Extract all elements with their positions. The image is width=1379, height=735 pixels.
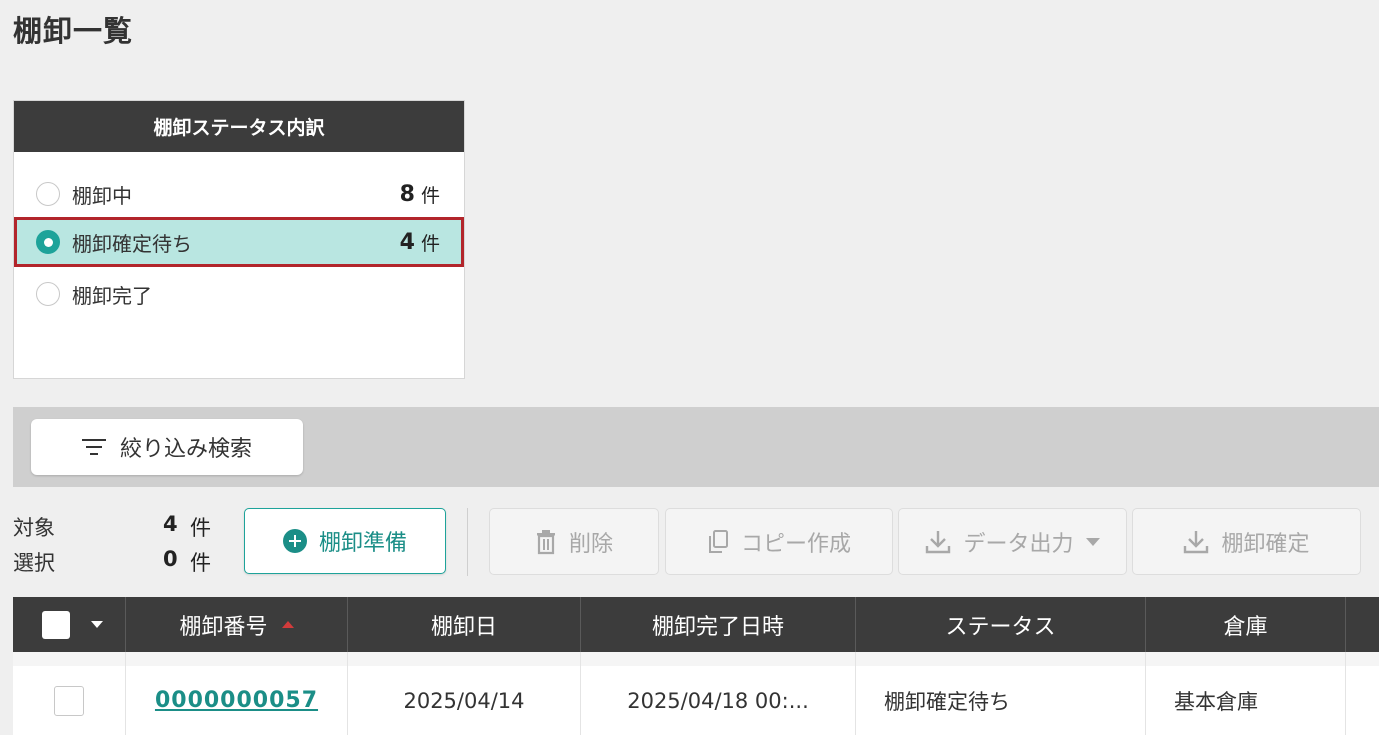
prepare-inventory-button[interactable]: 棚卸準備 (244, 508, 446, 574)
status-breakdown-panel: 棚卸ステータス内訳 棚卸中 8 件 棚卸確定待ち 4 件 棚卸完了 (13, 100, 465, 379)
target-count-value: 4 (163, 512, 178, 536)
status-option-in-progress[interactable]: 棚卸中 8 件 (14, 169, 464, 219)
inventory-status: 棚卸確定待ち (884, 689, 1010, 714)
status-option-unit: 件 (420, 232, 440, 255)
status-panel-header: 棚卸ステータス内訳 (14, 101, 464, 152)
download-icon (926, 530, 951, 553)
radio-button[interactable] (36, 182, 60, 206)
row-status-cell: 棚卸確定待ち (856, 652, 1146, 735)
column-header-warehouse[interactable]: 倉庫 (1146, 597, 1346, 652)
radio-button-checked[interactable] (36, 230, 60, 254)
chevron-down-icon (1085, 537, 1100, 546)
confirm-inventory-button[interactable]: 棚卸確定 (1132, 508, 1361, 575)
table-header: 棚卸番号 棚卸日 棚卸完了日時 ステータス 倉庫 (13, 597, 1379, 652)
row-date-cell: 2025/04/14 (348, 652, 581, 735)
row-warehouse-cell: 基本倉庫 (1146, 652, 1346, 735)
row-number-cell: 0000000057 (126, 652, 348, 735)
status-option-count: 4 (399, 229, 415, 255)
confirm-inventory-label: 棚卸確定 (1221, 531, 1310, 557)
status-option-completed[interactable]: 棚卸完了 (14, 269, 464, 319)
inventory-number-link[interactable]: 0000000057 (155, 688, 318, 713)
inventory-completed-at: 2025/04/18 00:... (627, 688, 809, 713)
delete-label: 削除 (568, 531, 613, 557)
status-option-label: 棚卸中 (72, 183, 132, 208)
column-header-label: 棚卸完了日時 (651, 614, 784, 640)
plus-circle-icon (282, 529, 307, 553)
select-menu-caret-icon[interactable] (91, 621, 103, 628)
column-header-label: ステータス (945, 614, 1056, 640)
target-count-unit: 件 (190, 516, 211, 540)
column-header-label: 棚卸番号 (179, 614, 268, 640)
status-option-unit: 件 (420, 184, 440, 207)
prepare-inventory-label: 棚卸準備 (318, 531, 407, 556)
select-all-checkbox[interactable] (42, 611, 70, 639)
selected-count-unit: 件 (190, 551, 211, 575)
delete-button[interactable]: 削除 (489, 508, 659, 575)
inventory-warehouse: 基本倉庫 (1174, 689, 1258, 714)
sort-ascending-icon (281, 621, 294, 628)
copy-icon (708, 529, 728, 553)
column-header-label: 倉庫 (1223, 614, 1268, 640)
target-count-label: 対象 (13, 516, 55, 540)
data-export-label: データ出力 (963, 531, 1074, 557)
filter-icon (81, 439, 106, 455)
column-header-label: 棚卸日 (430, 614, 497, 640)
trash-icon (536, 529, 555, 554)
column-header-number[interactable]: 棚卸番号 (126, 597, 348, 652)
status-option-label: 棚卸確定待ち (72, 231, 192, 256)
page-title: 棚卸一覧 (13, 14, 134, 48)
data-export-button[interactable]: データ出力 (898, 508, 1127, 575)
selected-count-value: 0 (163, 547, 178, 571)
radio-button[interactable] (36, 282, 60, 306)
table-row: 0000000057 2025/04/14 2025/04/18 00:... … (13, 652, 1379, 735)
filter-bar: 絞り込み検索 (13, 407, 1379, 487)
row-select-cell (13, 652, 126, 735)
filter-search-label: 絞り込み検索 (119, 437, 252, 462)
column-header-completed-at[interactable]: 棚卸完了日時 (581, 597, 856, 652)
column-header-date[interactable]: 棚卸日 (348, 597, 581, 652)
select-all-column (13, 597, 126, 652)
filter-search-button[interactable]: 絞り込み検索 (31, 419, 303, 475)
column-header-status[interactable]: ステータス (856, 597, 1146, 652)
toolbar-divider (467, 508, 468, 576)
download-icon (1184, 530, 1209, 553)
row-completed-cell: 2025/04/18 00:... (581, 652, 856, 735)
status-option-label: 棚卸完了 (72, 283, 152, 308)
row-checkbox[interactable] (54, 685, 84, 716)
copy-create-label: コピー作成 (740, 531, 851, 557)
status-option-count: 8 (399, 181, 415, 207)
inventory-date: 2025/04/14 (403, 688, 525, 713)
selected-count-label: 選択 (13, 551, 55, 575)
status-option-awaiting-confirmation[interactable]: 棚卸確定待ち 4 件 (14, 217, 464, 267)
copy-create-button[interactable]: コピー作成 (665, 508, 893, 575)
